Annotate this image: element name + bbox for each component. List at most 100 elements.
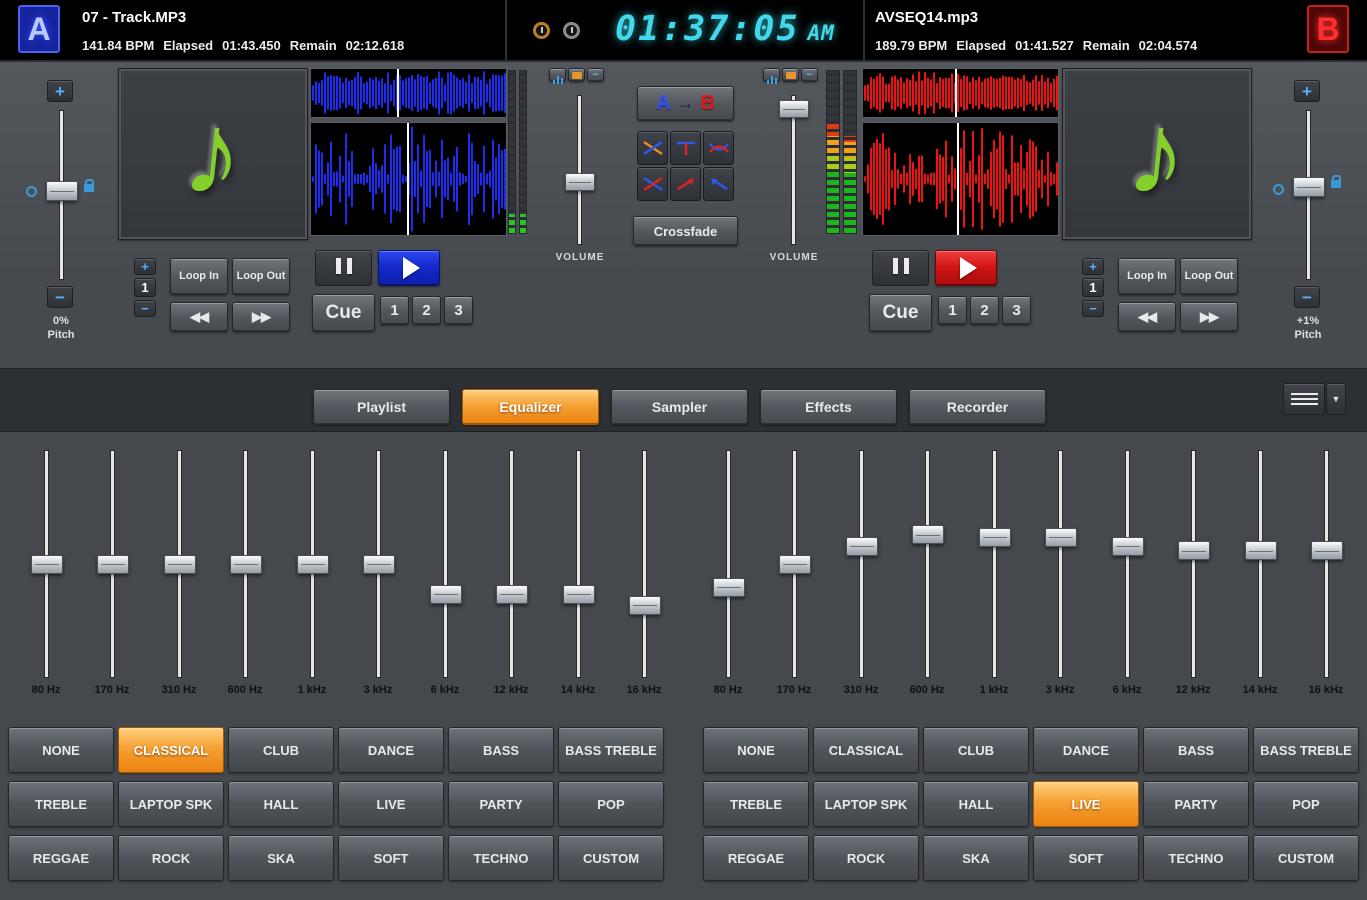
forward-a-button[interactable]: ▶▶ (232, 302, 290, 332)
stopwatch-icon[interactable] (563, 22, 580, 39)
pitch-a-plus-button[interactable]: + (47, 80, 73, 102)
crossfade-curve-t-button[interactable] (670, 131, 701, 165)
preset-b-classical[interactable]: CLASSICAL (813, 727, 919, 773)
eq-b-170hz-slider[interactable] (779, 450, 809, 678)
hotcue-a-2-button[interactable]: 2 (412, 296, 441, 325)
eq-a-12khz-slider[interactable] (496, 450, 526, 678)
preset-b-live[interactable]: LIVE (1033, 781, 1139, 827)
preset-a-none[interactable]: NONE (8, 727, 114, 773)
crossfade-curve-cross2-button[interactable] (637, 167, 668, 201)
pause-b-button[interactable] (872, 250, 929, 286)
eq-a-80hz-handle[interactable] (31, 555, 63, 574)
eq-b-14khz-handle[interactable] (1245, 541, 1277, 560)
preset-b-laptop-spk[interactable]: LAPTOP SPK (813, 781, 919, 827)
eq-b-170hz-handle[interactable] (779, 555, 811, 574)
deck-a-gain-button[interactable] (568, 68, 585, 82)
preset-b-treble[interactable]: TREBLE (703, 781, 809, 827)
preset-a-treble[interactable]: TREBLE (8, 781, 114, 827)
hotcue-a-1-button[interactable]: 1 (380, 296, 409, 325)
preset-b-pop[interactable]: POP (1253, 781, 1359, 827)
preset-a-club[interactable]: CLUB (228, 727, 334, 773)
eq-b-14khz-slider[interactable] (1245, 450, 1275, 678)
eq-b-16khz-handle[interactable] (1311, 541, 1343, 560)
eq-a-170hz-slider[interactable] (97, 450, 127, 678)
crossfade-curve-smooth-button[interactable] (703, 131, 734, 165)
hotcue-b-3-button[interactable]: 3 (1002, 296, 1031, 325)
eq-a-310hz-handle[interactable] (164, 555, 196, 574)
clock-icon[interactable] (533, 22, 550, 39)
preset-b-hall[interactable]: HALL (923, 781, 1029, 827)
eq-a-16khz-handle[interactable] (629, 596, 661, 615)
eq-b-12khz-handle[interactable] (1178, 541, 1210, 560)
hotcue-b-2-button[interactable]: 2 (970, 296, 999, 325)
eq-a-310hz-slider[interactable] (164, 450, 194, 678)
eq-b-3khz-handle[interactable] (1045, 528, 1077, 547)
tab-equalizer[interactable]: Equalizer (462, 389, 599, 425)
eq-a-80hz-slider[interactable] (31, 450, 61, 678)
tab-sampler[interactable]: Sampler (611, 389, 748, 425)
preset-a-hall[interactable]: HALL (228, 781, 334, 827)
preset-b-bass-treble[interactable]: BASS TREBLE (1253, 727, 1359, 773)
deck-b-gain-button[interactable] (782, 68, 799, 82)
eq-b-600hz-slider[interactable] (912, 450, 942, 678)
deck-b-overview-waveform[interactable] (862, 68, 1059, 118)
eq-a-1khz-slider[interactable] (297, 450, 327, 678)
eq-a-6khz-slider[interactable] (430, 450, 460, 678)
eq-a-600hz-slider[interactable] (230, 450, 260, 678)
pitch-a-minus-button[interactable]: − (47, 286, 73, 308)
pitch-a-reset-icon[interactable] (26, 186, 37, 197)
eq-b-12khz-slider[interactable] (1178, 450, 1208, 678)
crossfade-fade-out-button[interactable] (703, 167, 734, 201)
tab-recorder[interactable]: Recorder (909, 389, 1046, 425)
eq-b-80hz-slider[interactable] (713, 450, 743, 678)
play-a-button[interactable] (378, 250, 440, 286)
volume-a-slider[interactable] (577, 95, 582, 245)
pause-a-button[interactable] (315, 250, 372, 286)
preset-a-ska[interactable]: SKA (228, 835, 334, 881)
preset-a-reggae[interactable]: REGGAE (8, 835, 114, 881)
cue-a-button[interactable]: Cue (312, 294, 375, 332)
pitch-b-lock-icon[interactable] (1331, 180, 1341, 188)
deck-a-wave-button[interactable]: ~ (587, 68, 604, 82)
mix-a-to-b-button[interactable]: A → B (637, 86, 734, 121)
eq-a-14khz-handle[interactable] (563, 585, 595, 604)
deck-a-monitor-button[interactable] (549, 68, 566, 82)
preset-b-none[interactable]: NONE (703, 727, 809, 773)
crossfade-fade-in-button[interactable] (670, 167, 701, 201)
preset-b-dance[interactable]: DANCE (1033, 727, 1139, 773)
eq-b-3khz-slider[interactable] (1045, 450, 1075, 678)
forward-b-button[interactable]: ▶▶ (1180, 302, 1238, 332)
eq-b-6khz-handle[interactable] (1112, 537, 1144, 556)
preset-a-classical[interactable]: CLASSICAL (118, 727, 224, 773)
preset-b-club[interactable]: CLUB (923, 727, 1029, 773)
eq-a-6khz-handle[interactable] (430, 585, 462, 604)
crossfade-curve-cross-button[interactable] (637, 131, 668, 165)
loop-out-b-button[interactable]: Loop Out (1180, 258, 1238, 295)
eq-a-16khz-slider[interactable] (629, 450, 659, 678)
pitch-b-plus-button[interactable]: + (1294, 80, 1320, 102)
preset-a-pop[interactable]: POP (558, 781, 664, 827)
eq-b-80hz-handle[interactable] (713, 578, 745, 597)
loop-a-plus-button[interactable]: + (134, 258, 156, 275)
preset-b-ska[interactable]: SKA (923, 835, 1029, 881)
cue-b-button[interactable]: Cue (869, 294, 932, 332)
loop-out-a-button[interactable]: Loop Out (232, 258, 290, 295)
hotcue-b-1-button[interactable]: 1 (938, 296, 967, 325)
eq-b-1khz-slider[interactable] (979, 450, 1009, 678)
pitch-b-minus-button[interactable]: − (1294, 286, 1320, 308)
view-list-button[interactable] (1283, 383, 1325, 415)
eq-b-16khz-slider[interactable] (1311, 450, 1341, 678)
eq-a-12khz-handle[interactable] (496, 585, 528, 604)
pitch-b-handle[interactable] (1293, 177, 1325, 197)
preset-a-live[interactable]: LIVE (338, 781, 444, 827)
preset-b-soft[interactable]: SOFT (1033, 835, 1139, 881)
play-b-button[interactable] (935, 250, 997, 286)
preset-b-party[interactable]: PARTY (1143, 781, 1249, 827)
loop-in-b-button[interactable]: Loop In (1118, 258, 1176, 295)
preset-a-custom[interactable]: CUSTOM (558, 835, 664, 881)
deck-b-monitor-button[interactable] (763, 68, 780, 82)
volume-a-handle[interactable] (565, 173, 595, 191)
deck-b-detail-waveform[interactable] (862, 122, 1059, 236)
deck-b-wave-button[interactable]: ~ (801, 68, 818, 82)
preset-a-rock[interactable]: ROCK (118, 835, 224, 881)
